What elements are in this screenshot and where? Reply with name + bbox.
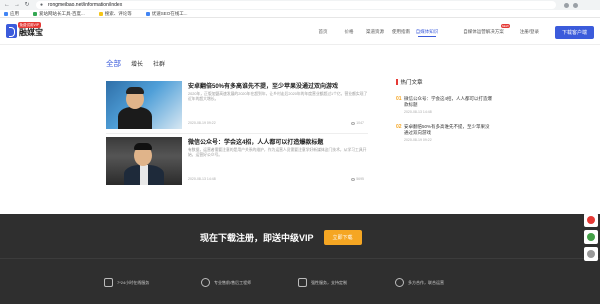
reload-icon[interactable]: ↻ [24,2,30,8]
article-card[interactable]: 微信公众号：学会这4招，人人都可以打造爆款标题 有数据，运营者需要注意的是用户关… [106,137,368,185]
nav-price[interactable]: 价格 [336,19,362,45]
feature-item: 多方合作，联合运营 [395,278,492,287]
hot-articles-sidebar: 热门文章 01 微信公众号：学会这4招，人人都可以打造爆款标题 2020-08-… [396,78,492,142]
hot-article-date: 2020-08-13 14:48 [404,110,432,114]
vip-badge: 免费试用VIP [18,22,41,28]
folder-icon [98,11,103,16]
hot-article-title[interactable]: 安卓翻倍50%有多高谁先不提，至少苹果没通过双向游戏 [404,124,492,136]
feature-item: 专业售前/售后工程师 [201,278,298,287]
support-icon [104,278,113,287]
back-to-top-button[interactable] [584,247,598,261]
engineer-icon [201,278,210,287]
bookmarks-bar: 应用 爱站网站长工具-百度... 搜索、评论等 优速SEO在线工... [0,10,600,18]
qq-icon [587,216,595,224]
divider [106,133,368,134]
nav-home[interactable]: 首页 [310,19,336,45]
article-title[interactable]: 微信公众号：学会这4招，人人都可以打造爆款标题 [188,137,323,146]
site-icon [33,11,37,16]
bookmark-item[interactable]: 搜索、评论等 [98,11,132,17]
browser-toolbar: ← → ↻ ● rongmeibao.net/information/index [0,0,600,10]
solutions-link[interactable]: 自媒体运营解决方案 NEW [463,24,510,35]
article-card[interactable]: 安卓翻倍50%有多高谁先不提，至少苹果没通过双向游戏 2020年，正版加盟高速发… [106,81,368,129]
bookmark-apps[interactable]: 应用 [4,11,19,17]
wechat-button[interactable] [584,230,598,244]
bookmark-item[interactable]: 爱站网站长工具-百度... [33,11,85,17]
profile-icon[interactable] [573,2,578,8]
hot-article-date: 2020-08-19 09:22 [404,138,432,142]
logo[interactable]: 融媒宝 免费试用VIP [6,22,43,38]
category-tabs: 全部 增长 社群 [106,58,165,69]
forward-icon[interactable]: → [14,2,20,8]
footer: 现在下载注册，即送中级VIP 立即下载 7*24小时在线服务 专业售前/售后工程… [0,214,600,304]
cta-text: 现在下载注册，即送中级VIP [200,233,314,243]
partnership-icon [395,278,404,287]
sidebar-title: 热门文章 [396,78,492,86]
qq-chat-button[interactable] [584,213,598,227]
hot-article-item[interactable]: 02 安卓翻倍50%有多高谁先不提，至少苹果没通过双向游戏 2020-08-19… [396,124,492,142]
logo-icon [6,24,17,38]
tab-all[interactable]: 全部 [106,58,121,69]
site-icon [145,11,150,16]
download-now-button[interactable]: 立即下载 [323,230,362,245]
back-icon[interactable]: ← [4,2,10,8]
hot-article-title[interactable]: 微信公众号：学会这4招，人人都可以打造爆款标题 [404,96,492,108]
nav-guide[interactable]: 使用指南 [388,19,414,45]
new-badge: NEW [500,24,510,28]
article-title[interactable]: 安卓翻倍50%有多高谁先不提，至少苹果没通过双向游戏 [188,81,338,90]
feature-item: 强性服务，支持定制 [298,278,395,287]
service-features: 7*24小时在线服务 专业售前/售后工程师 强性服务，支持定制 多方合作，联合运… [104,278,492,287]
download-cta: 现在下载注册，即送中级VIP 立即下载 [200,230,362,245]
article-date: 2020-08-13 14:48 [188,177,216,181]
rank-number: 01 [396,96,402,102]
logo-text: 融媒宝 [19,27,43,37]
tab-community[interactable]: 社群 [153,59,165,68]
apps-icon [4,11,8,16]
article-thumbnail[interactable] [106,137,182,185]
nav-channels[interactable]: 渠道资源 [362,19,388,45]
eye-icon [351,121,356,125]
title-marker [396,79,398,85]
main-nav: 首页 价格 渠道资源 使用指南 自媒体知识 [310,19,440,45]
arrow-up-icon [587,250,595,258]
article-date: 2020-08-19 09:22 [188,121,216,125]
eye-icon [351,177,356,181]
article-summary: 有数据，运营者需要注意的是用户关系的维护，作为运营人员需要注意学好新媒体这门技术… [188,148,367,157]
login-link[interactable]: 注册/登录 [520,29,539,35]
hot-article-item[interactable]: 01 微信公众号：学会这4招，人人都可以打造爆款标题 2020-08-13 14… [396,96,492,114]
divider [0,258,600,259]
feature-item: 7*24小时在线服务 [104,278,201,287]
url-text: rongmeibao.net/information/index [48,2,123,8]
floating-toolbar [584,213,598,261]
article-views: 1047 [351,121,364,125]
tab-growth[interactable]: 增长 [131,59,143,68]
bookmark-item[interactable]: 优速SEO在线工... [145,11,188,17]
article-views: 5695 [351,177,364,181]
wechat-icon [587,233,595,241]
article-thumbnail[interactable] [106,81,182,129]
article-summary: 2020年，正版加盟高速发展的2020年在超到年，让乡村走后2020年的年度营业… [188,92,368,101]
site-header: 融媒宝 免费试用VIP 首页 价格 渠道资源 使用指南 自媒体知识 自媒体运营解… [0,19,600,45]
download-client-button[interactable]: 下载客户端 [554,25,594,39]
lock-icon: ● [40,1,44,8]
nav-knowledge[interactable]: 自媒体知识 [414,19,440,45]
rank-number: 02 [396,124,402,130]
customize-icon [298,278,307,287]
extension-icon[interactable] [564,2,569,8]
address-bar[interactable]: ● rongmeibao.net/information/index [36,1,556,9]
